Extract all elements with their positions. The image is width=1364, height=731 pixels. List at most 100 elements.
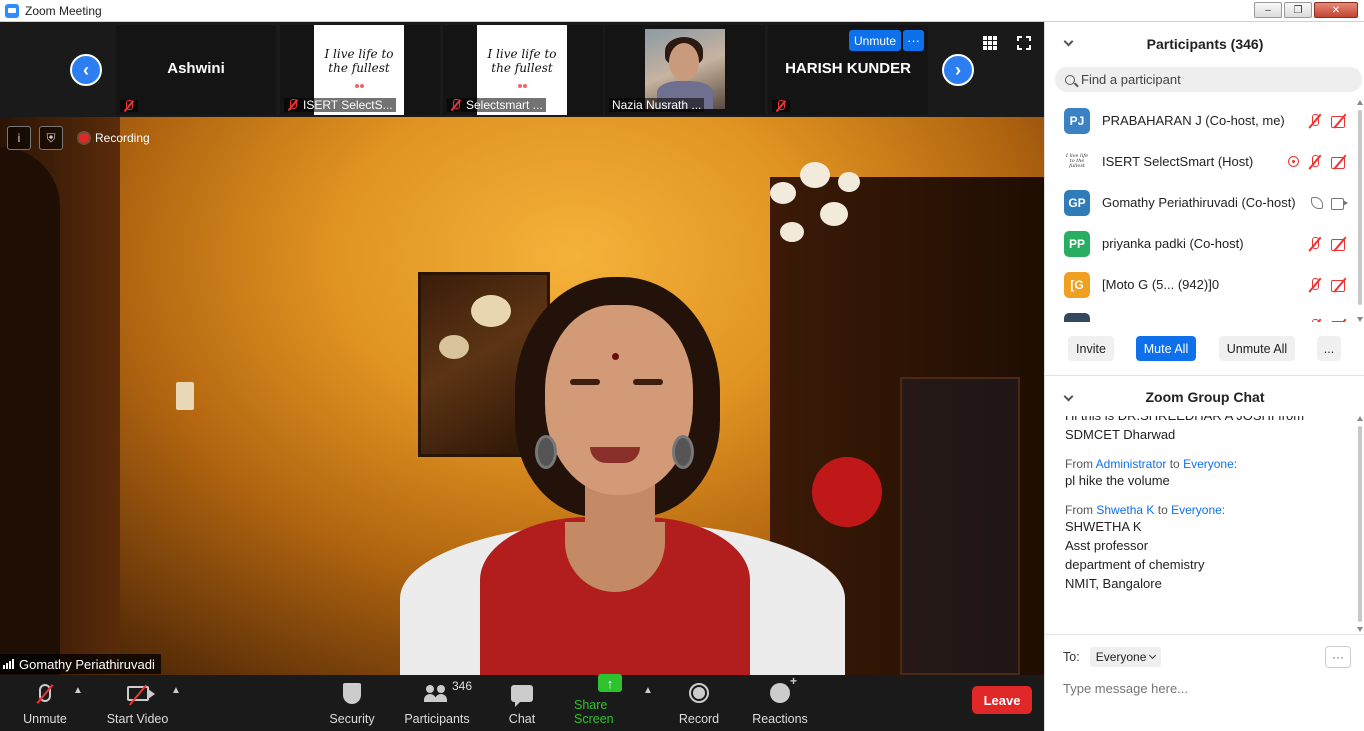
participant-name: [Moto G (5... (942)]0 — [1102, 277, 1220, 292]
share-options-caret[interactable]: ▲ — [643, 685, 653, 696]
chat-more-button[interactable]: ··· — [1325, 646, 1351, 668]
strip-tile[interactable]: Ashwini — [116, 25, 276, 115]
chat-bubble-icon — [511, 684, 533, 707]
maximize-button[interactable]: ❐ — [1284, 2, 1312, 18]
participants-scrollbar[interactable] — [1357, 100, 1363, 322]
close-button[interactable]: ✕ — [1314, 2, 1358, 18]
video-off-icon[interactable] — [1331, 237, 1349, 251]
video-off-icon[interactable] — [1331, 114, 1349, 128]
share-screen-label: Share Screen — [574, 698, 614, 726]
to-label: to — [1157, 503, 1168, 517]
chat-header: Zoom Group Chat — [1045, 378, 1364, 416]
mic-muted-icon — [123, 100, 135, 112]
recipient-name[interactable]: Everyone: — [1183, 457, 1237, 471]
tile-name: HARISH KUNDER — [785, 60, 911, 77]
participant-name: Gomathy Periathiruvadi (Co-host) — [1102, 195, 1296, 210]
reactions-smiley-icon — [770, 674, 797, 703]
leave-button[interactable]: Leave — [972, 686, 1032, 714]
avatar: [G — [1064, 271, 1090, 298]
chevron-down-icon — [1149, 651, 1157, 660]
participants-label: Participants — [404, 712, 470, 726]
chat-recipient-row: To: Everyone — [1063, 647, 1162, 667]
mic-muted-icon[interactable] — [1307, 113, 1323, 129]
mic-muted-icon[interactable] — [1307, 318, 1323, 322]
divider — [1045, 375, 1364, 376]
tile-more-button[interactable]: ··· — [903, 30, 924, 51]
video-off-icon[interactable] — [1331, 319, 1349, 322]
strip-next-button[interactable]: › — [942, 54, 974, 86]
to-label: To: — [1063, 650, 1080, 664]
video-off-icon[interactable] — [1331, 278, 1349, 292]
record-button[interactable]: Record — [677, 675, 721, 731]
gallery-view-icon[interactable] — [983, 36, 997, 50]
start-video-label: Start Video — [106, 712, 169, 726]
participant-name: PRABAHARAN J (Co-host, me) — [1102, 113, 1285, 128]
recipient-dropdown[interactable]: Everyone — [1089, 647, 1162, 667]
profile-picture-text: I live life to the fullest — [487, 46, 557, 75]
participants-button[interactable]: 346 Participants — [404, 675, 472, 731]
chat-message-input[interactable] — [1063, 677, 1353, 699]
sender-name[interactable]: Administrator — [1096, 457, 1167, 471]
message-line: Hi this is DR.SHREEDHAR A JOSHI from — [1065, 416, 1357, 425]
participants-title: Participants (346) — [1146, 36, 1264, 52]
participant-row[interactable]: PP priyanka padki (Co-host) — [1045, 223, 1355, 264]
reactions-button[interactable]: Reactions — [752, 674, 808, 731]
participant-search[interactable]: Find a participant — [1055, 67, 1362, 92]
minimize-button[interactable]: – — [1254, 2, 1282, 18]
fullscreen-icon[interactable] — [1017, 36, 1031, 50]
mute-all-button[interactable]: Mute All — [1136, 336, 1196, 361]
chat-label: Chat — [508, 712, 536, 726]
strip-tile[interactable]: Nazia Nusrath ... — [605, 25, 765, 115]
sender-name[interactable]: Shwetha K — [1096, 503, 1154, 517]
share-screen-button[interactable]: ↑ Share Screen — [574, 674, 646, 731]
invite-button[interactable]: Invite — [1068, 336, 1114, 361]
participant-row[interactable]: I live life to the fullest ISERT SelectS… — [1045, 141, 1355, 182]
security-button[interactable]: Security — [328, 675, 376, 731]
record-icon — [689, 683, 709, 703]
unmute-all-button[interactable]: Unmute All — [1219, 336, 1295, 361]
audio-options-caret[interactable]: ▲ — [73, 685, 83, 696]
mic-muted-icon — [775, 100, 787, 112]
profile-picture-text: I live life to the fullest — [324, 46, 394, 75]
meeting-area: ‹ Ashwini I live life to the fullest ISE… — [0, 22, 1044, 731]
speaker-name-label: Gomathy Periathiruvadi — [0, 654, 161, 674]
collapse-chat-chevron-icon[interactable] — [1063, 391, 1074, 402]
strip-prev-button[interactable]: ‹ — [70, 54, 102, 86]
strip-tile[interactable]: I live life to the fullest ISERT SelectS… — [280, 25, 440, 115]
mic-muted-icon[interactable] — [1307, 236, 1323, 252]
message-sender: From Administrator to Everyone: — [1065, 457, 1357, 471]
strip-tile[interactable]: Unmute ··· HARISH KUNDER — [768, 25, 928, 115]
encryption-shield-icon[interactable]: ⛨ — [39, 126, 63, 150]
participants-more-button[interactable]: ... — [1317, 336, 1341, 361]
video-off-icon — [126, 685, 155, 701]
start-video-button[interactable]: Start Video — [105, 675, 170, 731]
participant-row[interactable] — [1045, 305, 1355, 322]
video-options-caret[interactable]: ▲ — [171, 685, 181, 696]
zoom-app-icon — [5, 3, 19, 18]
mic-muted-icon[interactable] — [1307, 154, 1323, 170]
unmute-button[interactable]: Unmute — [20, 675, 70, 731]
title-bar: Zoom Meeting – ❐ ✕ — [0, 0, 1364, 22]
collapse-participants-chevron-icon[interactable] — [1063, 36, 1074, 47]
participant-row[interactable]: GP Gomathy Periathiruvadi (Co-host) — [1045, 182, 1355, 223]
participant-row[interactable]: [G [Moto G (5... (942)]0 — [1045, 264, 1355, 305]
participant-name: ISERT SelectSmart (Host) — [1102, 154, 1254, 169]
participant-name: priyanka padki (Co-host) — [1102, 236, 1244, 251]
video-icon[interactable] — [1331, 197, 1349, 210]
recipient-name[interactable]: Everyone: — [1171, 503, 1225, 517]
to-label: to — [1169, 457, 1180, 471]
unmute-chip[interactable]: Unmute — [849, 30, 902, 51]
meeting-info-icon[interactable]: i — [7, 126, 31, 150]
video-off-icon[interactable] — [1331, 155, 1349, 169]
chat-button[interactable]: Chat — [500, 675, 544, 731]
search-icon — [1065, 74, 1075, 85]
participant-row[interactable]: PJ PRABAHARAN J (Co-host, me) — [1045, 100, 1355, 141]
active-speaker-video — [0, 117, 1044, 675]
from-label: From — [1065, 457, 1093, 471]
chat-scrollbar[interactable] — [1357, 416, 1363, 632]
shield-icon — [343, 682, 361, 704]
avatar — [1064, 312, 1090, 322]
mic-muted-icon[interactable] — [1307, 277, 1323, 293]
strip-tile[interactable]: I live life to the fullest Selectsmart .… — [443, 25, 603, 115]
window-controls: – ❐ ✕ — [1254, 2, 1358, 18]
